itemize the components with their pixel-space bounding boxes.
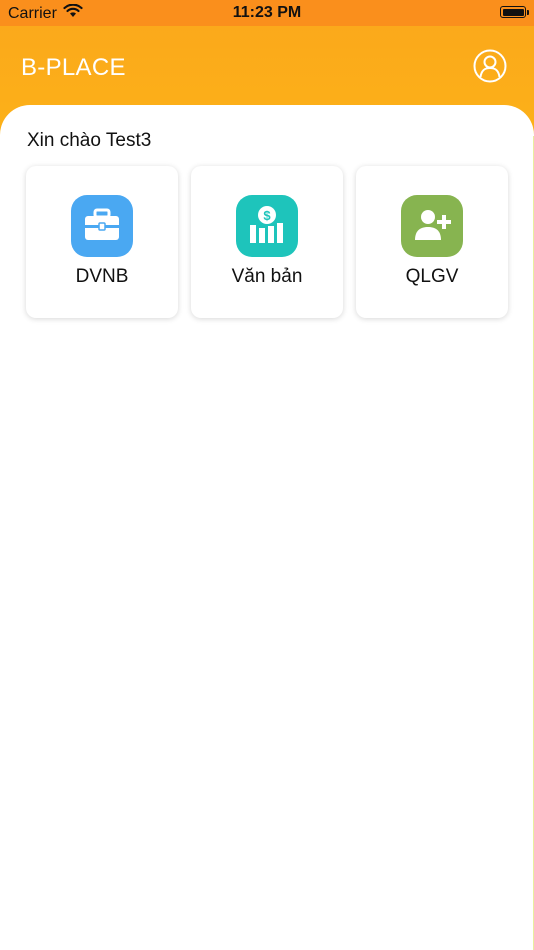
greeting: Xin chào Test3 bbox=[27, 130, 151, 152]
greeting-prefix: Xin chào bbox=[27, 130, 101, 151]
card-dvnb[interactable]: DVNB bbox=[26, 166, 178, 318]
battery-cap bbox=[527, 9, 529, 15]
card-label: DVNB bbox=[75, 266, 129, 287]
status-bar: Carrier 11:23 PM bbox=[0, 0, 534, 26]
card-label: QLGV bbox=[405, 266, 459, 287]
app-title: B-PLACE bbox=[21, 54, 126, 81]
dollar-chart-icon: $ bbox=[236, 195, 298, 257]
briefcase-icon bbox=[71, 195, 133, 257]
svg-text:$: $ bbox=[263, 208, 271, 223]
battery-icon bbox=[500, 6, 526, 18]
card-van-ban[interactable]: $ Văn bản bbox=[191, 166, 343, 318]
user-circle-icon[interactable] bbox=[473, 49, 507, 83]
main-content: Xin chào Test3 DVNB $ Văn bản QLGV bbox=[0, 105, 534, 950]
add-user-icon bbox=[401, 195, 463, 257]
greeting-user-name: Test3 bbox=[105, 130, 152, 151]
card-qlgv[interactable]: QLGV bbox=[356, 166, 508, 318]
clock-time: 11:23 PM bbox=[232, 4, 302, 21]
card-label: Văn bản bbox=[231, 266, 303, 287]
